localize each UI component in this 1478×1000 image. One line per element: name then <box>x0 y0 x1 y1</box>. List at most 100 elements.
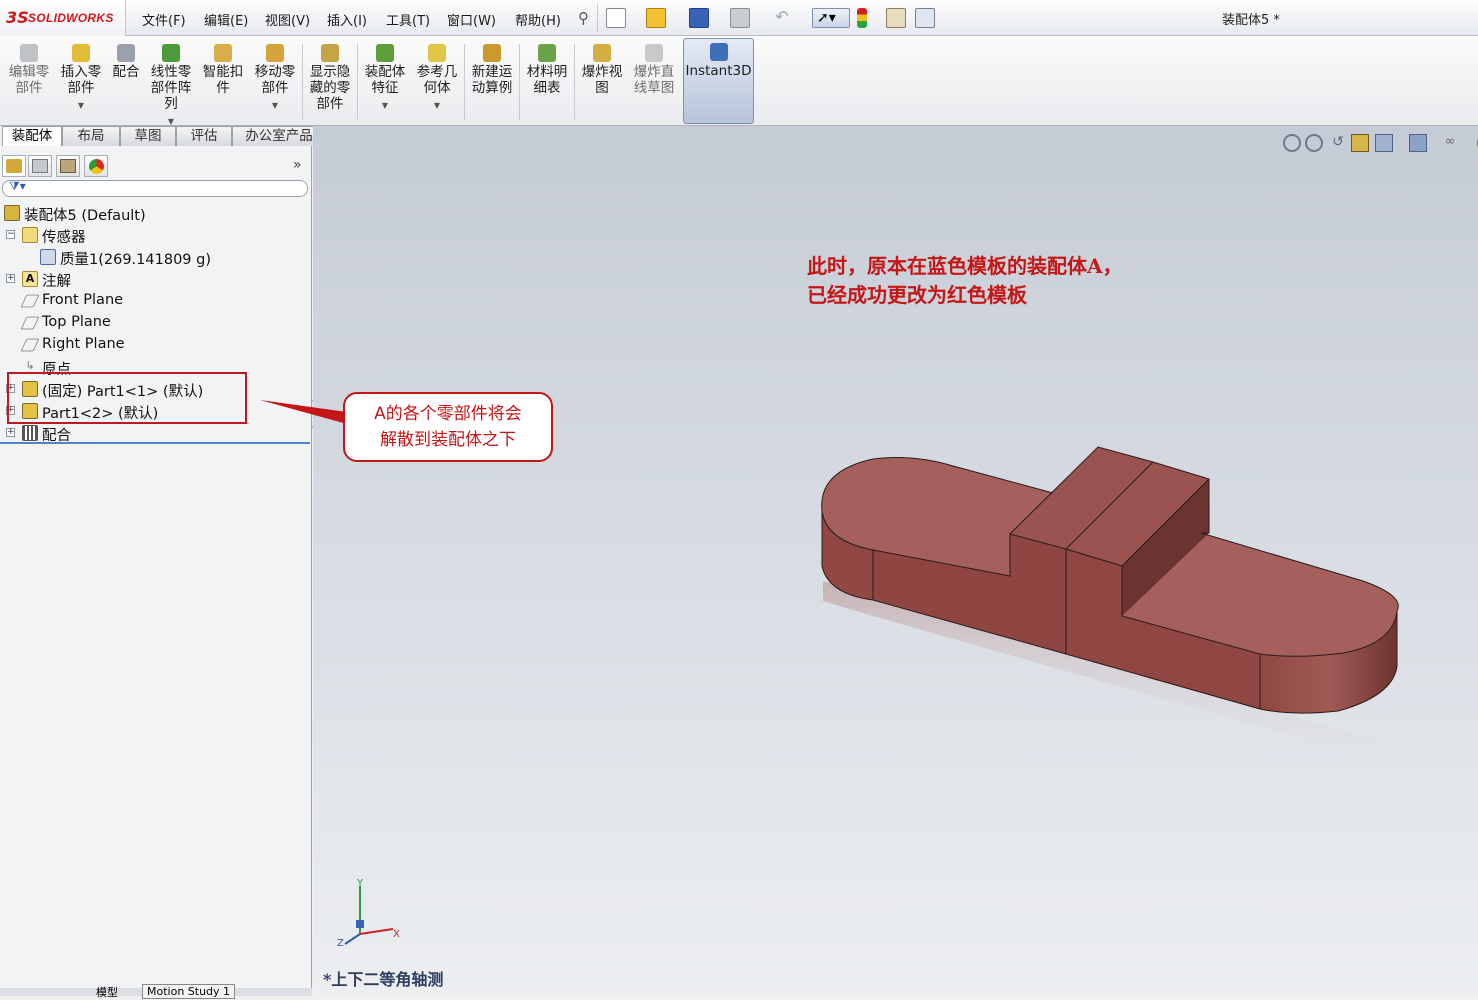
toolbar-separator <box>519 44 520 120</box>
menu-tools[interactable]: 工具(T) <box>386 10 430 29</box>
svg-text:Y: Y <box>356 878 364 889</box>
toolbar-separator <box>464 44 465 120</box>
print-icon[interactable] <box>730 8 750 28</box>
tree-item-label: 质量1(269.141809 g) <box>60 252 211 268</box>
tree-item-top-plane[interactable]: Top Plane <box>0 312 300 334</box>
chevron-down-icon[interactable]: ▼ <box>412 98 462 114</box>
chevron-down-icon[interactable]: ▼ <box>56 98 106 114</box>
bill-of-materials-button[interactable]: 材料明 细表 <box>522 40 572 124</box>
menu-insert[interactable]: 插入(I) <box>327 10 367 29</box>
mate-button[interactable]: 配合 <box>108 40 144 124</box>
smart-fastener-label: 智能扣 件 <box>202 64 244 96</box>
collapse-icon[interactable]: − <box>6 230 15 239</box>
assembly-feature-button[interactable]: 装配体 特征 ▼ <box>360 40 410 124</box>
menu-window[interactable]: 窗口(W) <box>447 10 496 29</box>
tree-item-label: 传感器 <box>42 230 86 246</box>
configuration-manager-tab-icon[interactable] <box>56 155 80 177</box>
instant3d-button[interactable]: Instant3D <box>683 38 754 124</box>
linear-pattern-button[interactable]: 线性零 部件阵 列 ▼ <box>146 40 196 126</box>
open-folder-icon[interactable] <box>646 8 666 28</box>
save-icon[interactable] <box>689 8 709 28</box>
assembly-icon <box>4 205 20 221</box>
show-hidden-icon <box>321 44 339 62</box>
new-motion-study-button[interactable]: 新建运 动算例 <box>467 40 517 124</box>
expand-icon[interactable]: + <box>6 274 15 283</box>
menu-help[interactable]: 帮助(H) <box>515 10 561 29</box>
tree-item-right-plane[interactable]: Right Plane <box>0 334 300 356</box>
tab-evaluate[interactable]: 评估 <box>176 126 232 146</box>
explode-line-sketch-label: 爆炸直 线草图 <box>633 64 675 96</box>
callout-line-1: A的各个零部件将会 <box>374 404 522 424</box>
assembly-feature-label: 装配体 特征 <box>364 64 406 96</box>
tab-assembly[interactable]: 装配体 <box>2 126 62 147</box>
coordinate-triad: Y X Z <box>337 878 400 949</box>
tab-motion-study[interactable]: Motion Study 1 <box>142 984 236 999</box>
move-component-label: 移动零 部件 <box>254 64 296 96</box>
expand-panel-icon[interactable]: » <box>293 157 302 173</box>
filter-icon[interactable]: ⧩▾ <box>9 179 26 194</box>
insert-component-button[interactable]: 插入零 部件 ▼ <box>56 40 106 124</box>
svg-text:Z: Z <box>337 938 344 949</box>
pin-icon[interactable]: ⚲ <box>578 9 589 27</box>
explode-line-sketch-icon <box>645 44 663 62</box>
exploded-view-label: 爆炸视 图 <box>581 64 623 96</box>
callout-bubble: A的各个零部件将会 解散到装配体之下 <box>343 392 553 462</box>
menu-view[interactable]: 视图(V) <box>265 10 310 29</box>
tree-item-annotations[interactable]: + A 注解 <box>0 268 300 290</box>
exploded-view-icon <box>593 44 611 62</box>
command-manager: 编辑零 部件 插入零 部件 ▼ 配合 线性零 部件阵 列 ▼ 智能扣 件 移动零… <box>0 36 1478 126</box>
graphics-area[interactable]: ↺ ∞ 此时，原本在蓝色模板的装配体A， 已经成功更改为红色模板 Y X Z *… <box>313 126 1478 996</box>
tab-model[interactable]: 模型 <box>96 984 118 1000</box>
tab-layout[interactable]: 布局 <box>62 126 120 146</box>
toolbar-separator <box>357 44 358 120</box>
tree-item-label: Right Plane <box>42 336 125 352</box>
undo-icon[interactable]: ↶ <box>772 8 792 28</box>
tab-office-products[interactable]: 办公室产品 <box>232 126 326 146</box>
mate-icon <box>117 44 135 62</box>
tree-item-mass[interactable]: 质量1(269.141809 g) <box>0 246 300 268</box>
linear-pattern-label: 线性零 部件阵 列 <box>150 64 192 112</box>
rebuild-traffic-light-icon[interactable] <box>857 8 867 28</box>
mass-scale-icon <box>40 249 56 265</box>
rollback-bar[interactable] <box>0 442 310 444</box>
smart-fastener-icon <box>214 44 232 62</box>
tree-item-front-plane[interactable]: Front Plane <box>0 290 300 312</box>
toolbar-separator <box>574 44 575 120</box>
move-component-button[interactable]: 移动零 部件 ▼ <box>250 40 300 124</box>
select-pointer-icon[interactable]: ➚▾ <box>812 8 850 28</box>
chevron-down-icon[interactable]: ▼ <box>360 98 410 114</box>
chevron-down-icon[interactable]: ▼ <box>250 98 300 114</box>
file-properties-icon[interactable] <box>886 8 906 28</box>
new-document-icon[interactable] <box>606 8 626 28</box>
reference-geometry-label: 参考几 何体 <box>416 64 458 96</box>
bom-label: 材料明 细表 <box>526 64 568 96</box>
tab-sketch[interactable]: 草图 <box>120 126 176 146</box>
mates-icon <box>22 425 38 441</box>
edit-component-icon <box>20 44 38 62</box>
explode-line-sketch-button[interactable]: 爆炸直 线草图 <box>629 40 679 124</box>
annotation-icon: A <box>22 271 38 287</box>
assembly-model-render[interactable]: Y X Z <box>313 126 1478 996</box>
menu-file[interactable]: 文件(F) <box>142 10 186 29</box>
edit-component-button[interactable]: 编辑零 部件 <box>4 40 54 124</box>
solidworks-logo-text: SOLIDWORKS <box>28 11 114 25</box>
edit-component-label: 编辑零 部件 <box>8 64 50 96</box>
smart-fastener-button[interactable]: 智能扣 件 <box>198 40 248 124</box>
tree-item-sensors[interactable]: − 传感器 <box>0 224 300 246</box>
feature-manager-panel: » ⧩▾ 装配体5 (Default) − 传感器 质量1(269.141809… <box>0 146 312 999</box>
feature-manager-tab-icon[interactable] <box>2 155 26 177</box>
property-manager-tab-icon[interactable] <box>28 155 52 177</box>
show-hidden-label: 显示隐 藏的零 部件 <box>309 64 351 112</box>
plane-icon <box>20 316 40 330</box>
tree-filter-field[interactable]: ⧩▾ <box>2 179 308 197</box>
solidworks-logo[interactable]: 3S SOLIDWORKS <box>0 0 126 36</box>
show-hidden-components-button[interactable]: 显示隐 藏的零 部件 <box>305 40 355 124</box>
display-manager-tab-icon[interactable] <box>84 155 108 177</box>
exploded-view-button[interactable]: 爆炸视 图 <box>577 40 627 124</box>
menu-edit[interactable]: 编辑(E) <box>204 10 248 29</box>
reference-geometry-button[interactable]: 参考几 何体 ▼ <box>412 40 462 124</box>
options-icon[interactable] <box>915 8 935 28</box>
plane-icon <box>20 338 40 352</box>
tree-root-assembly[interactable]: 装配体5 (Default) <box>0 202 300 224</box>
expand-icon[interactable]: + <box>6 428 15 437</box>
